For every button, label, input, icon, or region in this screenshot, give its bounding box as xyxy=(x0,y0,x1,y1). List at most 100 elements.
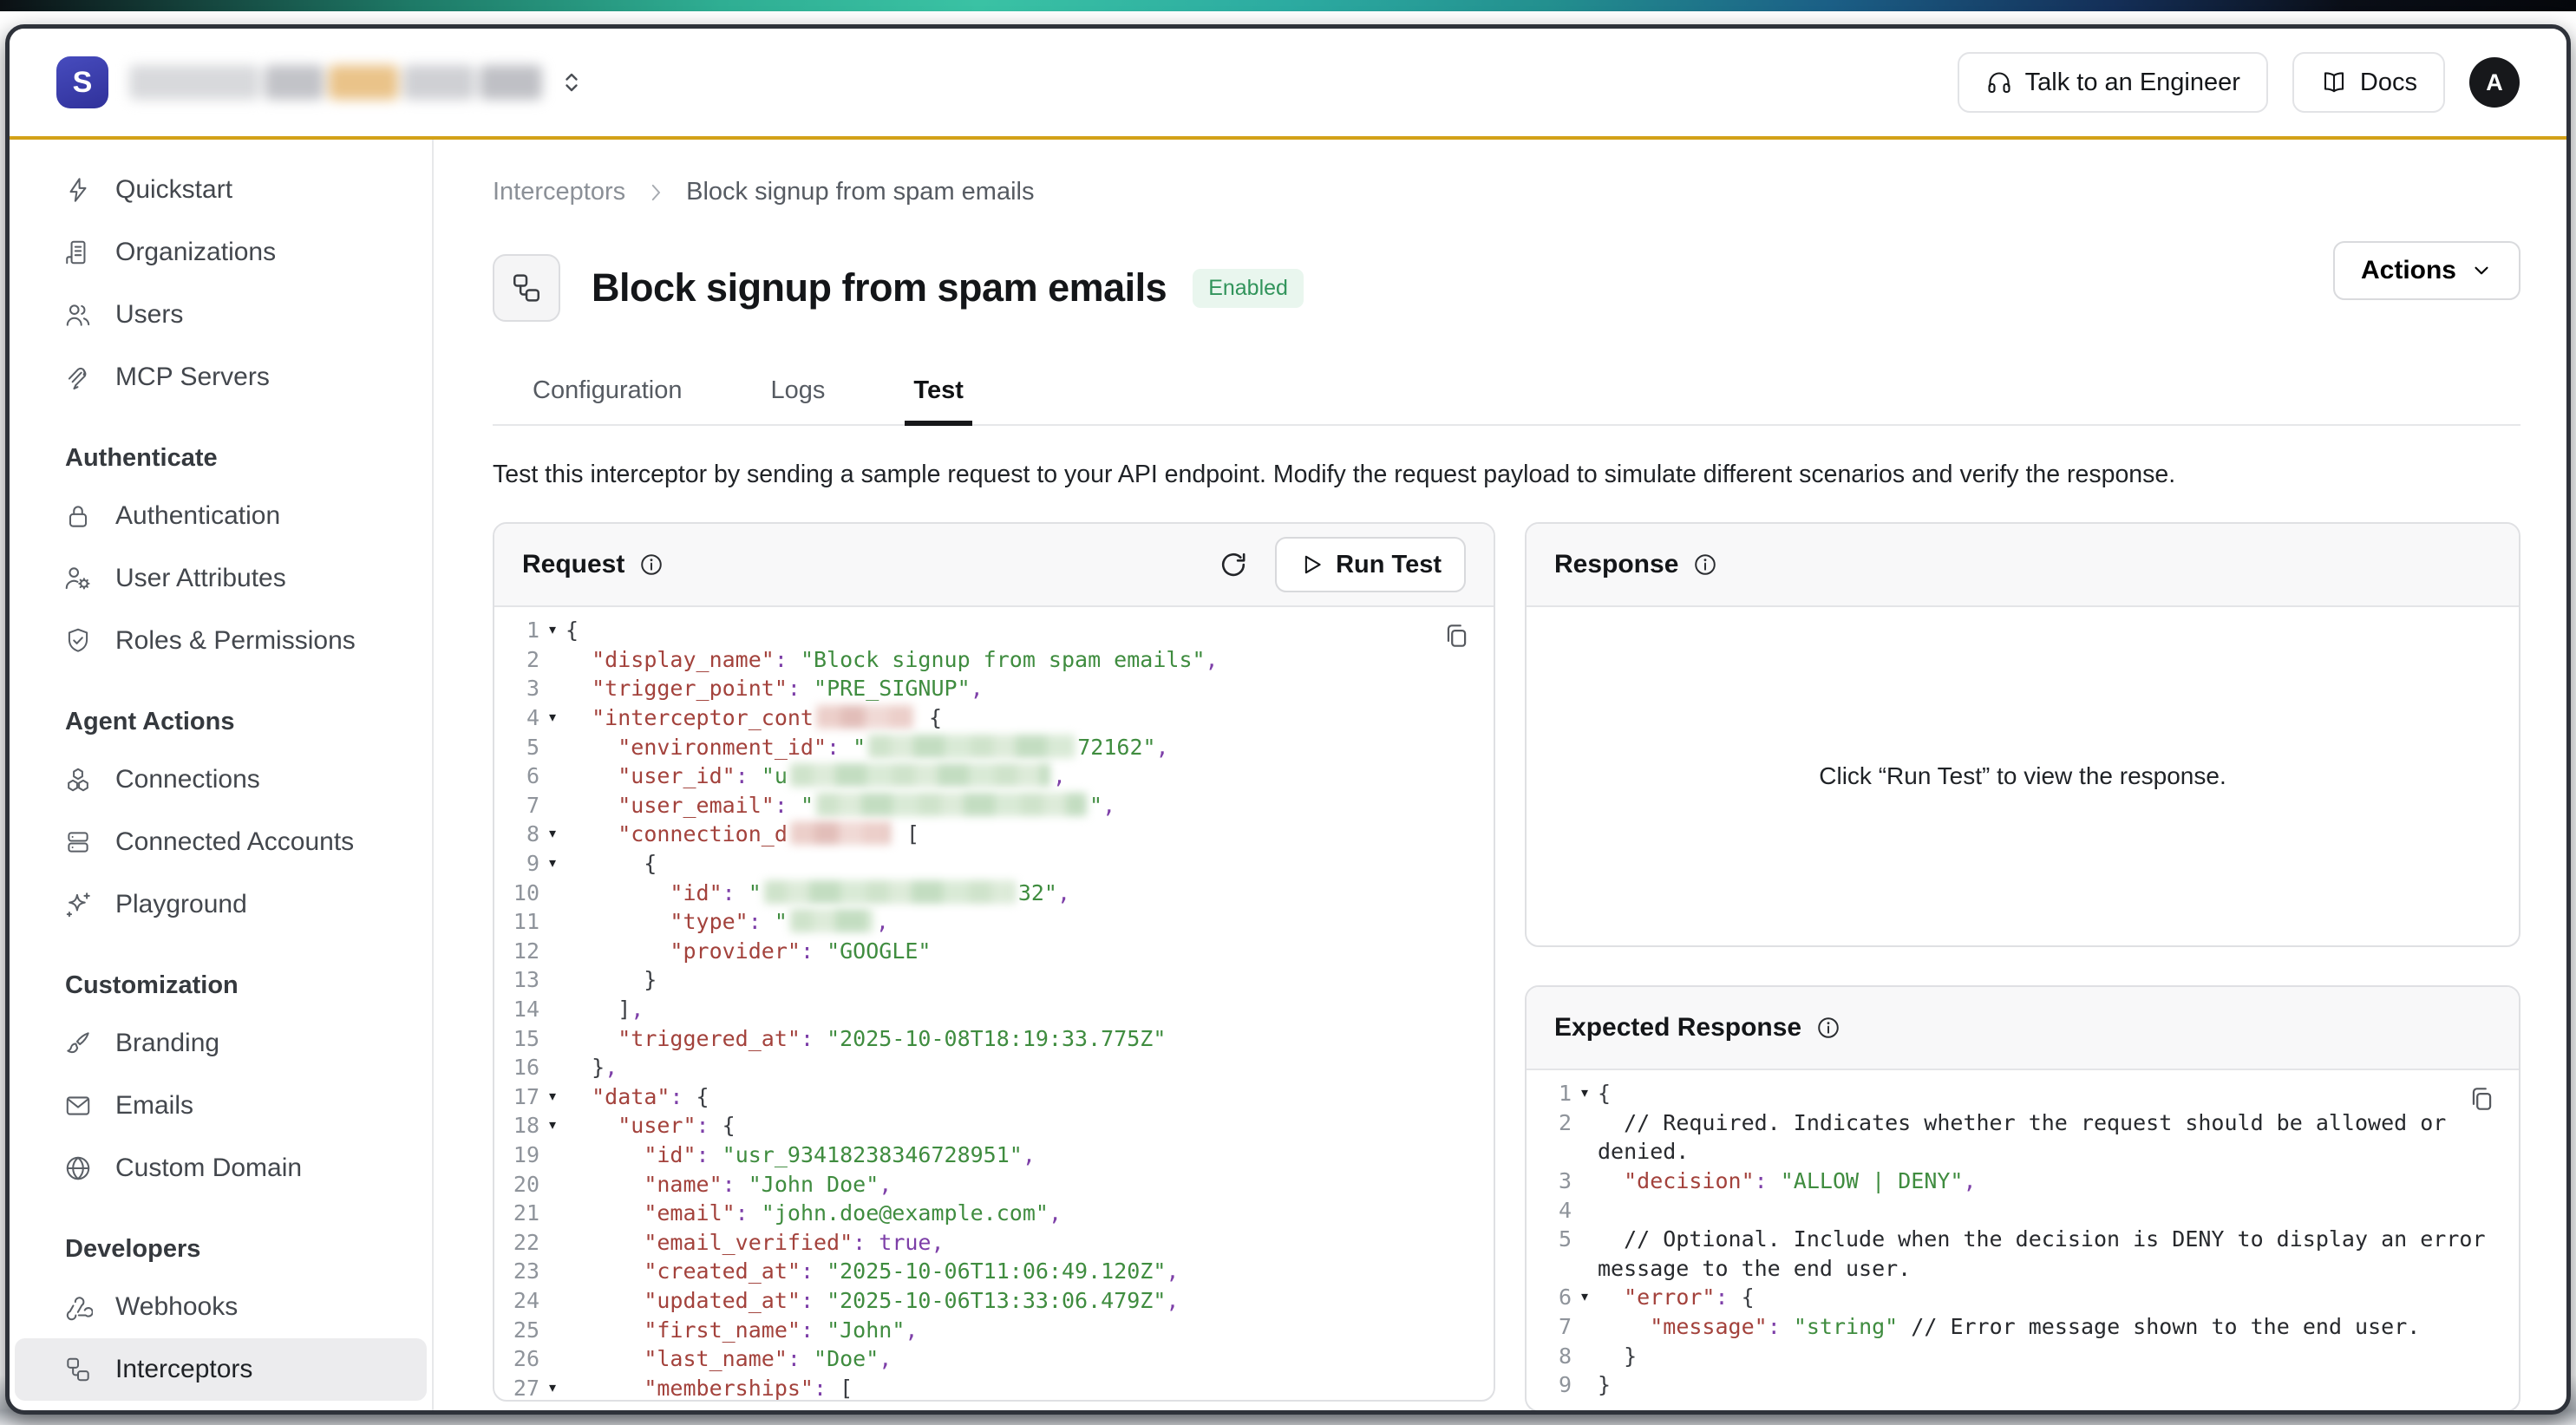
app-window: S Talk to an Engineer Docs xyxy=(5,24,2571,1415)
sidebar-item-webhooks[interactable]: Webhooks xyxy=(10,1276,432,1338)
fold-caret-icon[interactable]: ▾ xyxy=(539,820,566,849)
sidebar-item-label: Users xyxy=(115,300,183,330)
sidebar-item-label: Quickstart xyxy=(115,175,232,205)
fold-caret-empty xyxy=(539,645,566,675)
run-test-button[interactable]: Run Test xyxy=(1275,537,1466,592)
redacted-value xyxy=(868,735,1075,758)
fold-caret-icon[interactable]: ▾ xyxy=(539,1374,566,1401)
breadcrumb-current: Block signup from spam emails xyxy=(686,178,1034,206)
workspace-switcher-icon[interactable] xyxy=(558,69,585,96)
sidebar-item-authentication[interactable]: Authentication xyxy=(10,485,432,547)
sidebar-item-user-attributes[interactable]: User Attributes xyxy=(10,547,432,610)
request-code-editor[interactable]: 1▾{2 "display_name": "Block signup from … xyxy=(494,607,1494,1400)
code-line: 2 "display_name": "Block signup from spa… xyxy=(494,645,1494,675)
expected-response-panel: Expected Response 1▾{2 // Required. Indi… xyxy=(1525,985,2520,1412)
fold-caret-empty xyxy=(539,879,566,908)
top-bar: S Talk to an Engineer Docs xyxy=(10,29,2566,140)
actions-button[interactable]: Actions xyxy=(2333,241,2520,300)
sidebar-item-label: Interceptors xyxy=(115,1355,252,1384)
cubes-icon xyxy=(63,765,93,794)
code-text: } xyxy=(1598,1370,2500,1400)
fold-caret-empty xyxy=(539,1228,566,1258)
sidebar-item-connected-accounts[interactable]: Connected Accounts xyxy=(10,811,432,873)
copy-icon[interactable] xyxy=(2467,1084,2496,1114)
response-panel-header: Response xyxy=(1527,524,2519,607)
fold-caret-icon[interactable]: ▾ xyxy=(539,1111,566,1141)
actions-label: Actions xyxy=(2361,256,2456,285)
line-number: 2 xyxy=(494,645,539,675)
sidebar-item-label: Roles & Permissions xyxy=(115,626,356,656)
sidebar-item-label: Branding xyxy=(115,1029,219,1058)
interceptor-icon xyxy=(493,254,560,322)
line-number: 27 xyxy=(494,1374,539,1401)
sidebar-item-quickstart[interactable]: Quickstart xyxy=(10,159,432,221)
line-number: 5 xyxy=(1527,1225,1572,1283)
code-line: 15 "triggered_at": "2025-10-08T18:19:33.… xyxy=(494,1024,1494,1054)
user-avatar[interactable]: A xyxy=(2469,57,2520,108)
tab-test[interactable]: Test xyxy=(910,364,966,424)
fold-caret-icon[interactable]: ▾ xyxy=(539,703,566,733)
sidebar-item-mcp-servers[interactable]: MCP Servers xyxy=(10,346,432,409)
code-text: }, xyxy=(566,1053,618,1082)
breadcrumb: Interceptors Block signup from spam emai… xyxy=(493,178,2520,206)
workspace-logo[interactable]: S xyxy=(56,56,108,108)
reset-request-icon[interactable] xyxy=(1218,549,1249,580)
code-text: "display_name": "Block signup from spam … xyxy=(566,645,1219,675)
talk-to-engineer-button[interactable]: Talk to an Engineer xyxy=(1958,52,2268,113)
code-line: 3 "decision": "ALLOW | DENY", xyxy=(1527,1167,2519,1196)
tab-logs[interactable]: Logs xyxy=(768,364,829,424)
sidebar-item-custom-domain[interactable]: Custom Domain xyxy=(10,1137,432,1199)
line-number: 7 xyxy=(494,791,539,820)
code-line: 5 "environment_id": "72162", xyxy=(494,733,1494,762)
code-line: 6▾ "error": { xyxy=(1527,1283,2519,1312)
copy-icon[interactable] xyxy=(1442,621,1471,650)
sidebar-item-roles-permissions[interactable]: Roles & Permissions xyxy=(10,610,432,672)
breadcrumb-parent[interactable]: Interceptors xyxy=(493,178,625,206)
fold-caret-icon[interactable]: ▾ xyxy=(1572,1079,1598,1108)
code-line: 2 // Required. Indicates whether the req… xyxy=(1527,1108,2519,1167)
sidebar-item-organizations[interactable]: Organizations xyxy=(10,221,432,284)
tab-configuration[interactable]: Configuration xyxy=(529,364,686,424)
code-line: 1▾{ xyxy=(494,616,1494,645)
info-icon[interactable] xyxy=(1815,1015,1841,1041)
fold-caret-icon[interactable]: ▾ xyxy=(539,616,566,645)
sidebar-item-users[interactable]: Users xyxy=(10,284,432,346)
info-icon[interactable] xyxy=(1692,552,1718,578)
code-text: "trigger_point": "PRE_SIGNUP", xyxy=(566,674,984,703)
fold-caret-icon[interactable]: ▾ xyxy=(539,849,566,879)
code-line: 22 "email_verified": true, xyxy=(494,1228,1494,1258)
sidebar-item-emails[interactable]: Emails xyxy=(10,1075,432,1137)
sidebar-item-auth-logs[interactable]: Auth Logs xyxy=(10,1401,432,1410)
fold-caret-icon[interactable]: ▾ xyxy=(1572,1283,1598,1312)
sidebar-item-connections[interactable]: Connections xyxy=(10,748,432,811)
code-line: 11 "type": ", xyxy=(494,907,1494,937)
sidebar-item-branding[interactable]: Branding xyxy=(10,1012,432,1075)
status-badge: Enabled xyxy=(1193,269,1304,308)
code-text: "user_email": "", xyxy=(566,791,1115,820)
line-number: 13 xyxy=(494,965,539,995)
fold-caret-empty xyxy=(539,1344,566,1374)
fold-caret-empty xyxy=(539,1024,566,1054)
fold-caret-icon[interactable]: ▾ xyxy=(539,1082,566,1112)
info-icon[interactable] xyxy=(638,552,664,578)
code-text: } xyxy=(1598,1342,2500,1371)
code-text: "interceptor_cont { xyxy=(566,703,942,733)
docs-button[interactable]: Docs xyxy=(2292,52,2445,113)
code-line: 20 "name": "John Doe", xyxy=(494,1170,1494,1199)
line-number: 25 xyxy=(494,1316,539,1345)
main-content: Interceptors Block signup from spam emai… xyxy=(434,140,2571,1410)
code-text: "user_id": "u, xyxy=(566,762,1066,791)
sidebar-item-playground[interactable]: Playground xyxy=(10,873,432,936)
fold-caret-empty xyxy=(539,1141,566,1170)
redacted-value xyxy=(816,793,1087,816)
expected-response-code[interactable]: 1▾{2 // Required. Indicates whether the … xyxy=(1527,1070,2519,1410)
sidebar-section-header: Developers xyxy=(10,1210,432,1276)
workspace-name-redacted[interactable] xyxy=(129,61,542,104)
sidebar-item-interceptors[interactable]: Interceptors xyxy=(15,1338,427,1401)
fold-caret-empty xyxy=(1572,1196,1598,1226)
fold-caret-empty xyxy=(1572,1225,1598,1283)
code-line: 8▾ "connection_d [ xyxy=(494,820,1494,849)
code-text: "provider": "GOOGLE" xyxy=(566,937,931,966)
line-number: 4 xyxy=(494,703,539,733)
users-icon xyxy=(63,300,93,330)
